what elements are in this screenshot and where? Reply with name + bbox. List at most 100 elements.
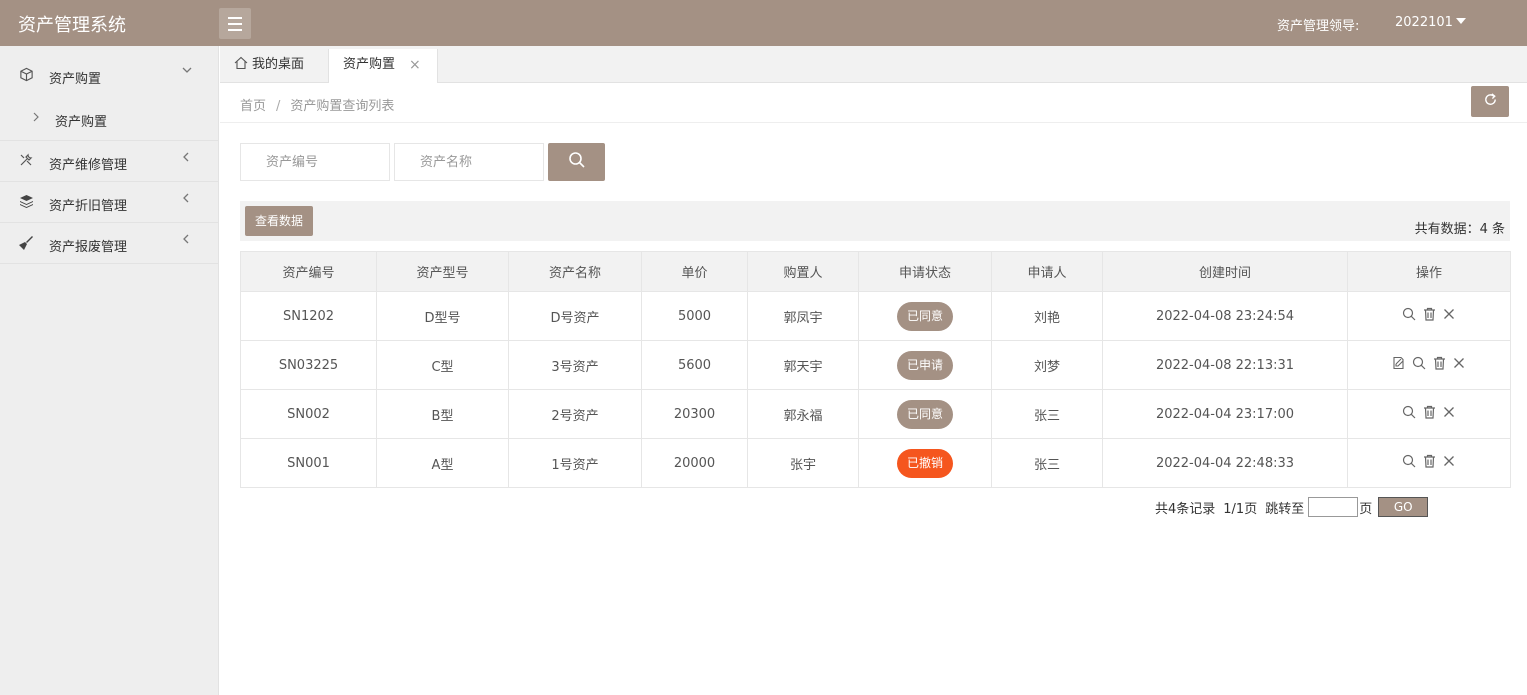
view-data-button[interactable]: 查看数据 <box>245 206 313 236</box>
sidebar-item-label: 资产报废管理 <box>49 240 128 255</box>
status-badge: 已同意 <box>896 301 953 331</box>
search-icon <box>568 151 586 173</box>
close-icon[interactable] <box>1442 405 1456 419</box>
cell-price: 5000 <box>641 291 748 341</box>
chevron-right-icon <box>32 111 40 125</box>
search-button[interactable] <box>548 143 605 181</box>
cell-code: SN03225 <box>240 340 377 390</box>
sidebar-subitem-purchase[interactable]: 资产购置 <box>0 98 218 140</box>
sidebar-item-scrap[interactable]: 资产报废管理 <box>0 223 218 263</box>
refresh-icon <box>1483 92 1498 111</box>
tab-asset-purchase[interactable]: 资产购置 × <box>328 49 438 83</box>
col-header: 资产编号 <box>240 251 377 292</box>
sidebar: 资产购置 资产购置 资产维修管理 资产折旧管理 资产报废管理 <box>0 46 219 695</box>
app-title: 资产管理系统 <box>18 15 126 36</box>
cell-code: SN1202 <box>240 291 377 341</box>
sidebar-subitem-label: 资产购置 <box>55 115 108 130</box>
pagination: 共4条记录 1/1页 跳转至 页 GO <box>1155 497 1429 517</box>
asset-table: 资产编号 资产型号 资产名称 单价 购置人 申请状态 申请人 创建时间 操作 S… <box>240 251 1511 488</box>
row-actions <box>1392 356 1466 370</box>
close-icon[interactable] <box>1452 356 1466 370</box>
table-row: SN001 A型 1号资产 20000 张宇 已撤销 张三 2022-04-04 22:48:… <box>240 438 1511 488</box>
refresh-button[interactable] <box>1471 86 1509 117</box>
cell-status: 已同意 <box>858 291 992 341</box>
col-header: 资产名称 <box>508 251 642 292</box>
cell-name: 2号资产 <box>508 389 642 439</box>
tools-icon <box>18 153 34 169</box>
cell-buyer: 郭永福 <box>747 389 859 439</box>
search-icon[interactable] <box>1412 356 1426 370</box>
cell-actions <box>1347 340 1511 390</box>
jump-label: 跳转至 <box>1265 501 1305 517</box>
sidebar-group-depreciation: 资产折旧管理 <box>0 182 218 223</box>
user-menu[interactable]: 2022101 <box>1395 15 1453 30</box>
cell-actions <box>1347 389 1511 439</box>
broom-icon <box>18 235 34 251</box>
asset-name-input[interactable] <box>394 143 544 181</box>
caret-down-icon[interactable] <box>1456 18 1466 24</box>
close-icon[interactable] <box>1442 307 1456 321</box>
sidebar-item-label: 资产维修管理 <box>49 158 128 173</box>
trash-icon[interactable] <box>1422 454 1436 468</box>
search-icon[interactable] <box>1402 405 1416 419</box>
cell-status: 已申请 <box>858 340 992 390</box>
cell-applicant: 张三 <box>991 438 1103 488</box>
menu-toggle-button[interactable] <box>219 8 251 39</box>
home-icon <box>234 51 248 83</box>
jump-page-input[interactable] <box>1308 497 1359 517</box>
row-actions <box>1402 307 1456 321</box>
search-icon[interactable] <box>1402 454 1416 468</box>
breadcrumb-separator: / <box>276 99 281 114</box>
table-row: SN002 B型 2号资产 20300 郭永福 已同意 张三 2022-04-04 23:17… <box>240 389 1511 439</box>
cell-status: 已撤销 <box>858 438 992 488</box>
tab-bar: 我的桌面 资产购置 × <box>220 46 1527 83</box>
close-icon[interactable]: × <box>409 49 421 81</box>
chevron-left-icon <box>181 192 191 208</box>
asset-code-input[interactable] <box>240 143 390 181</box>
cell-actions <box>1347 438 1511 488</box>
cell-buyer: 郭凤宇 <box>747 291 859 341</box>
col-header: 创建时间 <box>1102 251 1348 292</box>
status-badge: 已撤销 <box>896 448 953 478</box>
cell-name: 1号资产 <box>508 438 642 488</box>
trash-icon[interactable] <box>1422 307 1436 321</box>
cell-price: 20000 <box>641 438 748 488</box>
table-row: SN1202 D型号 D号资产 5000 郭凤宇 已同意 刘艳 2022-04-08 23:2… <box>240 291 1511 341</box>
sidebar-group-scrap: 资产报废管理 <box>0 223 218 264</box>
cell-model: D型号 <box>376 291 509 341</box>
status-badge: 已同意 <box>896 399 953 429</box>
hamburger-icon <box>228 15 242 33</box>
sidebar-item-repair[interactable]: 资产维修管理 <box>0 141 218 181</box>
tab-label: 资产购置 <box>343 57 396 72</box>
row-actions <box>1402 454 1456 468</box>
go-button[interactable]: GO <box>1378 497 1429 517</box>
tab-desktop[interactable]: 我的桌面 <box>220 49 328 83</box>
col-header: 资产型号 <box>376 251 509 292</box>
cell-code: SN001 <box>240 438 377 488</box>
cell-code: SN002 <box>240 389 377 439</box>
cell-model: C型 <box>376 340 509 390</box>
sidebar-item-label: 资产购置 <box>49 72 102 87</box>
status-badge: 已申请 <box>896 350 953 380</box>
sidebar-item-purchase[interactable]: 资产购置 <box>0 46 218 98</box>
cell-model: A型 <box>376 438 509 488</box>
close-icon[interactable] <box>1442 454 1456 468</box>
cube-icon <box>18 67 34 83</box>
col-header: 单价 <box>641 251 748 292</box>
trash-icon[interactable] <box>1422 405 1436 419</box>
cell-applicant: 张三 <box>991 389 1103 439</box>
trash-icon[interactable] <box>1432 356 1446 370</box>
sidebar-item-label: 资产折旧管理 <box>49 199 128 214</box>
cell-buyer: 郭天宇 <box>747 340 859 390</box>
chevron-down-icon <box>181 64 193 80</box>
search-icon[interactable] <box>1402 307 1416 321</box>
breadcrumb-home[interactable]: 首页 <box>240 99 266 114</box>
cell-status: 已同意 <box>858 389 992 439</box>
table-row: SN03225 C型 3号资产 5600 郭天宇 已申请 刘梦 2022-04-08 22:1… <box>240 340 1511 390</box>
cell-name: 3号资产 <box>508 340 642 390</box>
sidebar-item-depreciation[interactable]: 资产折旧管理 <box>0 182 218 222</box>
chevron-left-icon <box>181 233 191 249</box>
page-count: 1/1页 <box>1223 501 1258 517</box>
edit-icon[interactable] <box>1392 356 1406 370</box>
user-role-label: 资产管理领导: <box>1277 19 1360 34</box>
